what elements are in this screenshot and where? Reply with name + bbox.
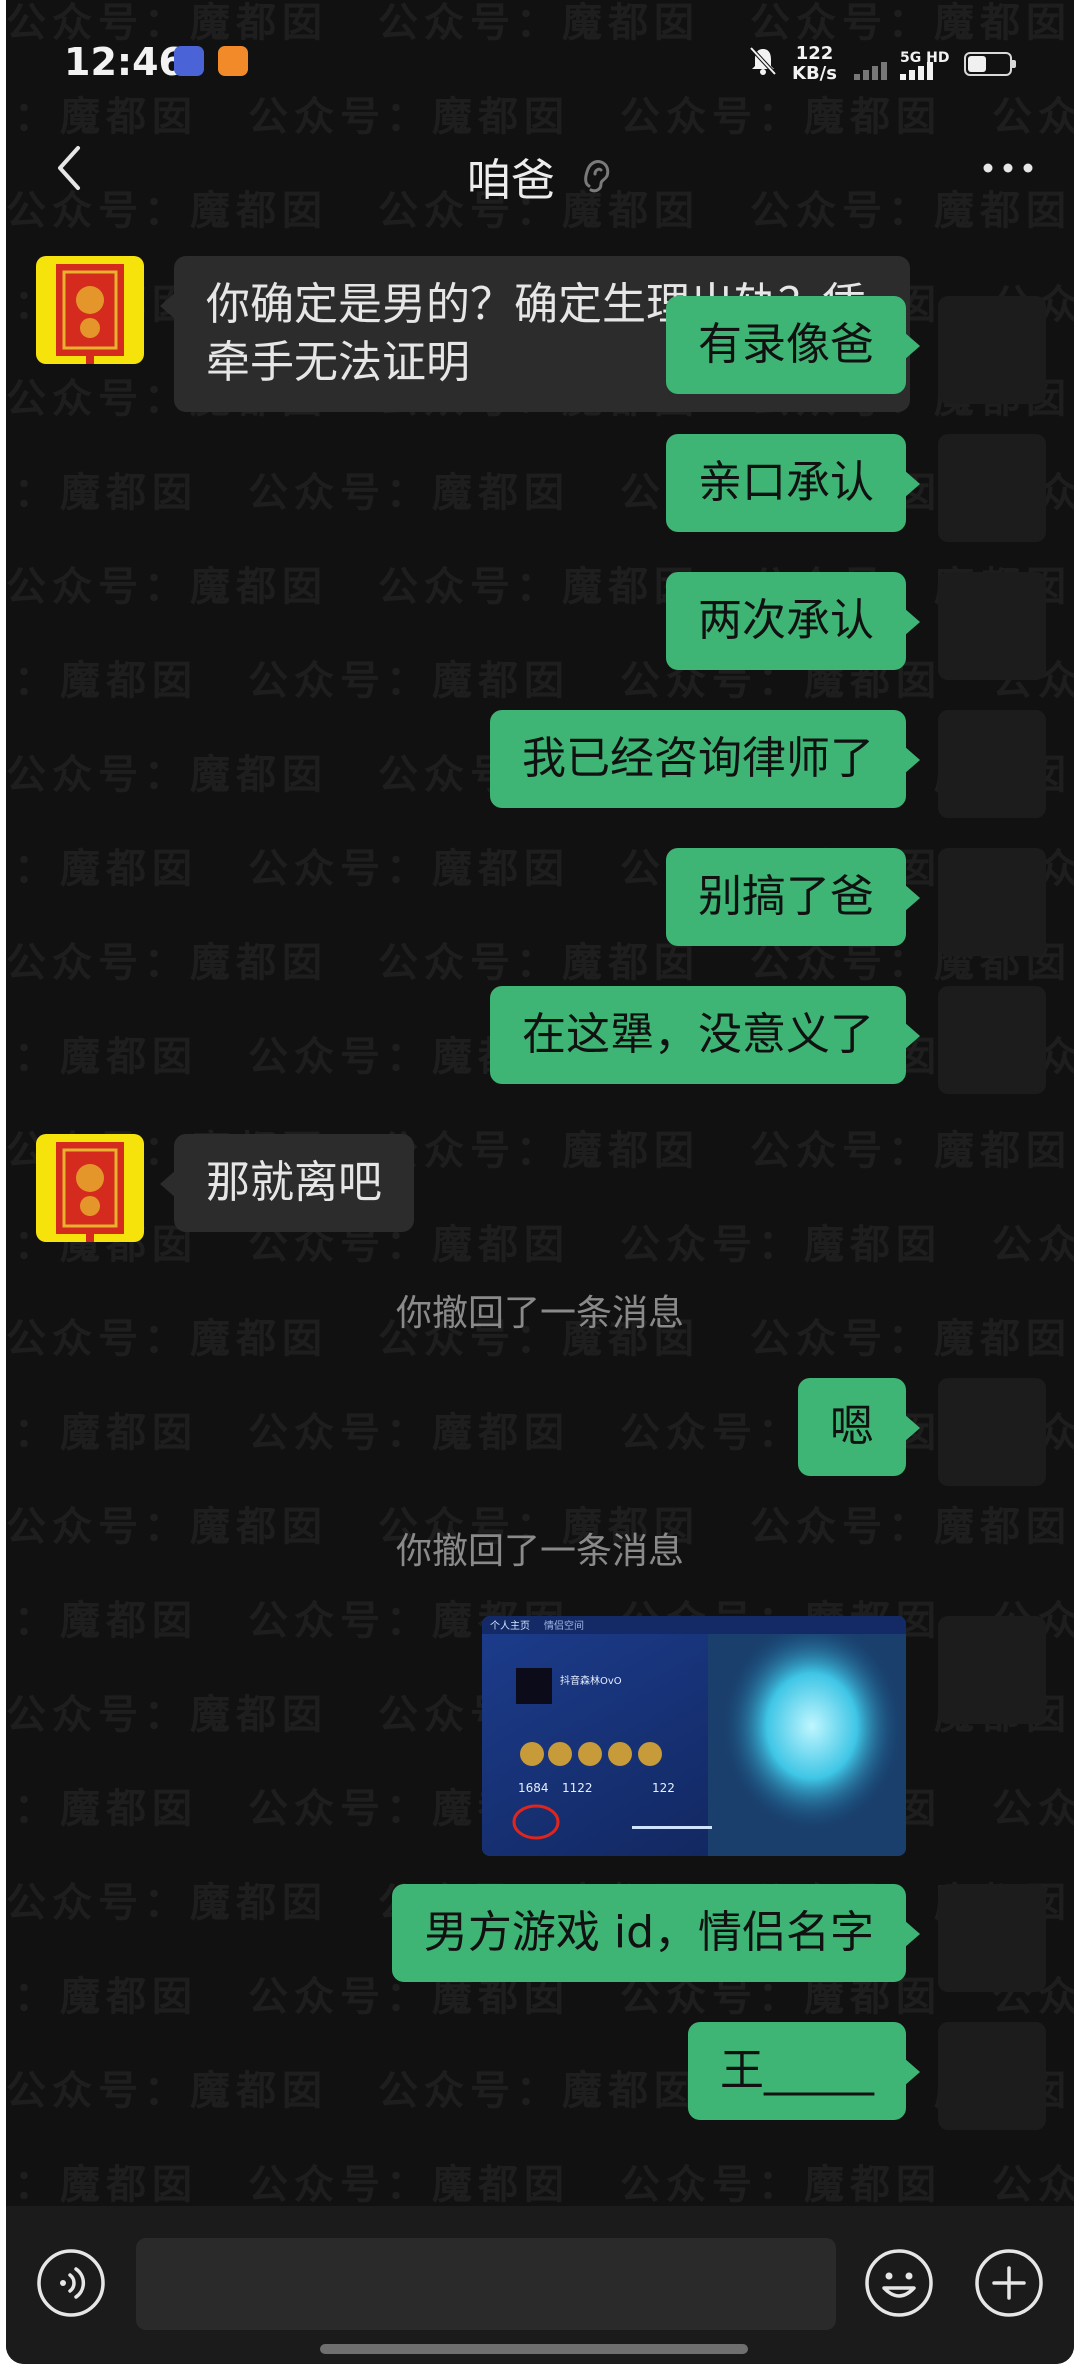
recall-notice: 你撤回了一条消息 xyxy=(395,1531,684,1572)
my-avatar[interactable] xyxy=(938,296,1046,404)
message-bubble[interactable]: 别搞了爸 xyxy=(666,848,920,946)
plus-icon[interactable] xyxy=(974,2248,1044,2318)
screenshot-stat: 122 xyxy=(652,1781,675,1795)
my-avatar[interactable] xyxy=(938,848,1046,956)
home-indicator[interactable] xyxy=(320,2344,748,2354)
message-bubble[interactable]: 有录像爸 xyxy=(666,296,920,394)
contact-name: 咱爸 xyxy=(467,155,555,206)
mute-bell-icon xyxy=(749,46,777,76)
my-avatar[interactable] xyxy=(938,986,1046,1094)
message-bubble[interactable]: 在这犟，没意义了 xyxy=(490,986,920,1084)
my-avatar[interactable] xyxy=(938,710,1046,818)
phone-screen: 公众号：魔都囡公众号：魔都囡公众号：魔都囡公众号：魔都囡公众号：魔都囡公众号：魔… xyxy=(6,0,1074,2364)
my-avatar[interactable] xyxy=(938,2022,1046,2130)
chat-header: 咱爸 xyxy=(6,124,1074,214)
screenshot-username: 抖音森林OvO xyxy=(560,1674,622,1687)
message-row-outgoing: 个人主页 情侣空间 抖音森林OvO 1684 1122 122 xyxy=(6,1616,1074,1856)
recall-notice: 你撤回了一条消息 xyxy=(395,1293,684,1334)
message-row-outgoing: 有录像爸 xyxy=(6,296,1074,404)
message-input[interactable] xyxy=(136,2238,836,2330)
app-notification-icon xyxy=(218,46,248,76)
message-row-outgoing: 亲口承认 xyxy=(6,434,1074,542)
message-bubble[interactable]: 亲口承认 xyxy=(666,434,920,532)
message-row-outgoing: 两次承认 xyxy=(6,572,1074,680)
status-time: 12:46 xyxy=(64,40,185,84)
my-avatar[interactable] xyxy=(938,434,1046,542)
my-avatar[interactable] xyxy=(938,1616,1046,1724)
message-row-outgoing: 王_____ xyxy=(6,2022,1074,2130)
app-notification-icon xyxy=(174,46,204,76)
message-row-incoming: 那就离吧 xyxy=(6,1134,1074,1242)
screenshot-stat: 1684 xyxy=(518,1781,549,1795)
my-avatar[interactable] xyxy=(938,572,1046,680)
emoji-icon[interactable] xyxy=(864,2248,934,2318)
status-bar: 12:46 122 KB/s 5G HD xyxy=(6,0,1074,124)
screenshot-tab: 个人主页 xyxy=(490,1620,530,1632)
message-row-outgoing: 我已经咨询律师了 xyxy=(6,710,1074,818)
message-list[interactable]: 你确定是男的？确定生理出轨？凭牵手无法证明 有录像爸 亲口承认 两次承认 我已经… xyxy=(6,214,1074,2204)
message-row-outgoing: 嗯 xyxy=(6,1378,1074,1486)
message-bubble[interactable]: 那就离吧 xyxy=(160,1134,414,1232)
voice-icon[interactable] xyxy=(36,2248,106,2318)
message-bubble[interactable]: 王_____ xyxy=(688,2022,920,2120)
message-row-outgoing: 男方游戏 id，情侣名字 xyxy=(6,1884,1074,1992)
message-row-outgoing: 别搞了爸 xyxy=(6,848,1074,956)
message-bubble[interactable]: 两次承认 xyxy=(666,572,920,670)
network-speed-unit: KB/s xyxy=(792,63,837,84)
message-bubble[interactable]: 嗯 xyxy=(798,1378,920,1476)
network-speed: 122 KB/s xyxy=(792,44,837,84)
message-row-outgoing: 在这犟，没意义了 xyxy=(6,986,1074,1094)
image-message[interactable]: 个人主页 情侣空间 抖音森林OvO 1684 1122 122 xyxy=(482,1616,906,1856)
screenshot-stat: 1122 xyxy=(562,1781,593,1795)
signal-icon: 5G HD xyxy=(854,50,949,80)
message-bubble[interactable]: 男方游戏 id，情侣名字 xyxy=(391,1884,921,1982)
my-avatar[interactable] xyxy=(938,1378,1046,1486)
chat-input-bar xyxy=(6,2206,1074,2364)
network-type-label: 5G HD xyxy=(900,50,949,66)
message-bubble[interactable]: 我已经咨询律师了 xyxy=(490,710,920,808)
network-speed-value: 122 xyxy=(795,43,834,64)
screenshot-tab: 情侣空间 xyxy=(544,1619,584,1632)
my-avatar[interactable] xyxy=(938,1884,1046,1992)
chat-title: 咱爸 xyxy=(6,144,1074,208)
more-options-button[interactable] xyxy=(980,150,1036,186)
contact-avatar[interactable] xyxy=(36,1134,144,1242)
ear-icon xyxy=(584,160,610,193)
battery-icon xyxy=(964,52,1016,76)
